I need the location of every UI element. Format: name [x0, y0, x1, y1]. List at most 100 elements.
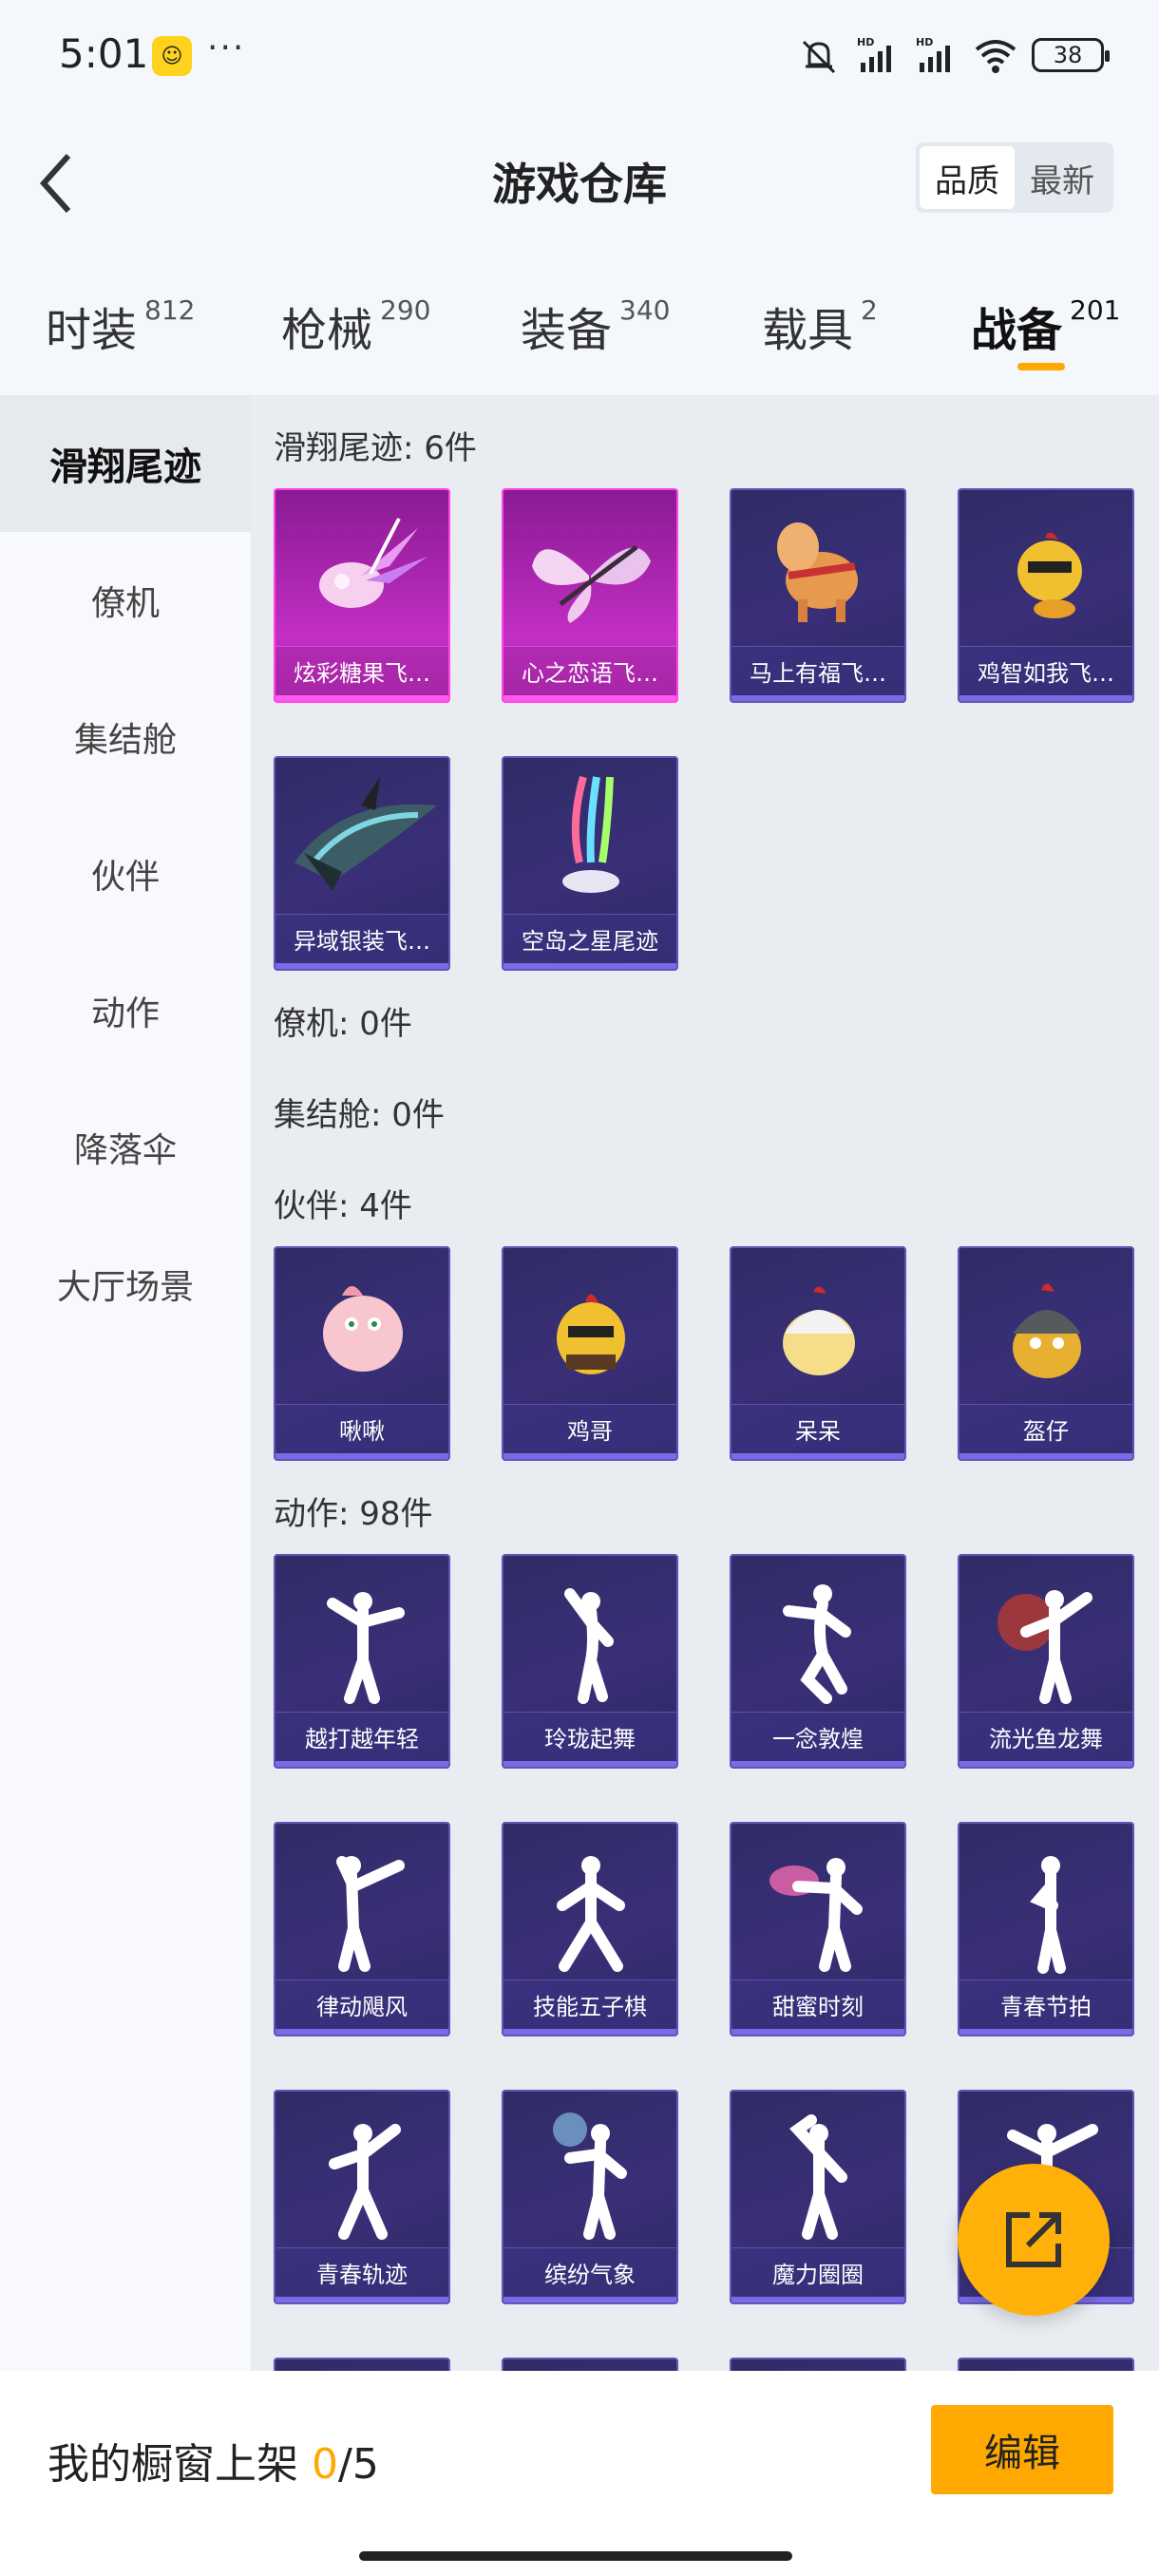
- tab-label: 载具: [762, 304, 854, 357]
- item-name: 炫彩糖果飞…: [276, 646, 448, 695]
- item-card[interactable]: 空岛之星尾迹: [502, 756, 678, 971]
- dancer-icon: [1030, 1856, 1066, 1974]
- svg-text:HD: HD: [916, 36, 933, 48]
- section-title-glide-trail: 滑翔尾迹: 6件: [274, 429, 477, 467]
- section-title-companion: 伙伴: 4件: [274, 1187, 412, 1225]
- tab-combat-gear[interactable]: 战备 201: [971, 293, 1120, 359]
- item-card[interactable]: 炫彩糖果飞…: [274, 488, 450, 703]
- sidebar-item-parachute[interactable]: 降落伞: [0, 1079, 251, 1216]
- status-bar: 5:01 ☺ ··· HD HD 38: [0, 0, 1159, 114]
- tab-active-indicator: [1017, 363, 1065, 370]
- rainbow-trail-icon: [562, 775, 619, 893]
- tab-label: 装备: [521, 304, 613, 357]
- butterfly-glider-icon: [532, 545, 651, 623]
- showcase-total: /5: [338, 2440, 379, 2489]
- status-icons: HD HD 38: [796, 34, 1110, 76]
- rarity-bar: [276, 2297, 448, 2302]
- mute-bell-icon: [802, 40, 836, 74]
- item-card[interactable]: 啾啾: [274, 1246, 450, 1461]
- item-card[interactable]: 青春轨迹: [274, 2090, 450, 2304]
- sort-quality-button[interactable]: 品质: [920, 146, 1015, 209]
- item-card[interactable]: 青春节拍: [958, 1822, 1134, 2036]
- rarity-bar: [960, 2029, 1132, 2035]
- item-card[interactable]: 异域银装飞…: [274, 756, 450, 971]
- item-card[interactable]: 技能五子棋: [502, 1822, 678, 2036]
- rarity-bar: [504, 2029, 676, 2035]
- item-name: 盔仔: [960, 1404, 1132, 1453]
- item-card[interactable]: 缤纷气象: [502, 2090, 678, 2304]
- chicken-glider-icon: [1017, 532, 1082, 618]
- item-card[interactable]: 流光鱼龙舞: [958, 1554, 1134, 1769]
- item-card[interactable]: 甜蜜时刻: [730, 1822, 906, 2036]
- rarity-bar: [276, 1761, 448, 1767]
- item-name: 技能五子棋: [504, 1979, 676, 2029]
- sidebar-item-companion[interactable]: 伙伴: [0, 805, 251, 942]
- tab-label: 战备: [971, 304, 1063, 357]
- share-button[interactable]: [958, 2164, 1110, 2316]
- item-card[interactable]: 马上有福飞…: [730, 488, 906, 703]
- showcase-status: 我的橱窗上架 0/5: [48, 2430, 379, 2491]
- item-card[interactable]: [502, 2358, 678, 2371]
- item-name: 空岛之星尾迹: [504, 914, 676, 963]
- item-card[interactable]: [730, 2358, 906, 2371]
- item-card[interactable]: 鸡哥: [502, 1246, 678, 1461]
- tab-count: 340: [619, 294, 671, 326]
- item-name: 魔力圈圈: [732, 2247, 904, 2297]
- rarity-bar: [732, 695, 904, 701]
- item-name: 心之恋语飞…: [504, 646, 676, 695]
- dancer-icon: [770, 1858, 863, 1972]
- tab-count: 290: [380, 294, 431, 326]
- sort-newest-button[interactable]: 最新: [1015, 146, 1110, 209]
- item-card[interactable]: 律动飓风: [274, 1822, 450, 2036]
- horse-glider-icon: [777, 522, 858, 622]
- status-time: 5:01: [59, 30, 149, 77]
- rarity-bar: [504, 1453, 676, 1459]
- item-card[interactable]: 呆呆: [730, 1246, 906, 1461]
- rarity-bar: [276, 1453, 448, 1459]
- rarity-bar: [732, 2297, 904, 2302]
- item-card[interactable]: 一念敦煌: [730, 1554, 906, 1769]
- tab-vehicles[interactable]: 载具 2: [762, 293, 878, 359]
- rarity-bar: [276, 2029, 448, 2035]
- item-card[interactable]: 鸡智如我飞…: [958, 488, 1134, 703]
- tab-guns[interactable]: 枪械 290: [281, 293, 430, 359]
- dancer-icon: [336, 1856, 405, 1972]
- section-title-wingman: 僚机: 0件: [274, 1005, 412, 1043]
- rarity-bar: [732, 2029, 904, 2035]
- home-indicator[interactable]: [359, 2551, 792, 2561]
- tab-equipment[interactable]: 装备 340: [521, 293, 670, 359]
- signal-hd-icon: HD: [857, 36, 891, 72]
- item-name: 一念敦煌: [732, 1712, 904, 1761]
- egg-chick-companion-icon: [783, 1286, 855, 1375]
- sidebar-item-glide-trail[interactable]: 滑翔尾迹: [0, 395, 251, 532]
- item-name: 甜蜜时刻: [732, 1979, 904, 2029]
- sidebar-item-assembly-pod[interactable]: 集结舱: [0, 669, 251, 805]
- battery-icon: 38: [1032, 38, 1110, 72]
- sidebar-item-emote[interactable]: 动作: [0, 942, 251, 1079]
- sidebar-item-wingman[interactable]: 僚机: [0, 532, 251, 669]
- tab-fashion[interactable]: 时装 812: [46, 293, 195, 359]
- showcase-label: 我的橱窗上架: [48, 2440, 312, 2489]
- item-card[interactable]: 盔仔: [958, 1246, 1134, 1461]
- item-card[interactable]: 心之恋语飞…: [502, 488, 678, 703]
- rarity-bar: [276, 963, 448, 969]
- item-name: 呆呆: [732, 1404, 904, 1453]
- signal-hd-icon-2: HD: [916, 36, 950, 72]
- edit-button[interactable]: 编辑: [931, 2405, 1113, 2494]
- item-card[interactable]: 魔力圈圈: [730, 2090, 906, 2304]
- smiley-app-icon: ☺: [152, 36, 192, 76]
- item-card[interactable]: 越打越年轻: [274, 1554, 450, 1769]
- item-card[interactable]: [274, 2358, 450, 2371]
- item-card[interactable]: 玲珑起舞: [502, 1554, 678, 1769]
- more-notifications-icon: ···: [207, 28, 246, 67]
- tab-label: 时装: [46, 304, 138, 357]
- rarity-bar: [504, 695, 676, 701]
- section-title-emote: 动作: 98件: [274, 1495, 433, 1533]
- dancer-icon: [327, 1592, 405, 1704]
- item-name: 异域银装飞…: [276, 914, 448, 963]
- chicken-companion-icon: [557, 1294, 625, 1374]
- sidebar-item-lobby-scene[interactable]: 大厅场景: [0, 1216, 251, 1353]
- section-title-assembly-pod: 集结舱: 0件: [274, 1096, 445, 1134]
- category-sidebar: 滑翔尾迹 僚机 集结舱 伙伴 动作 降落伞 大厅场景: [0, 395, 251, 2371]
- item-card[interactable]: [958, 2358, 1134, 2371]
